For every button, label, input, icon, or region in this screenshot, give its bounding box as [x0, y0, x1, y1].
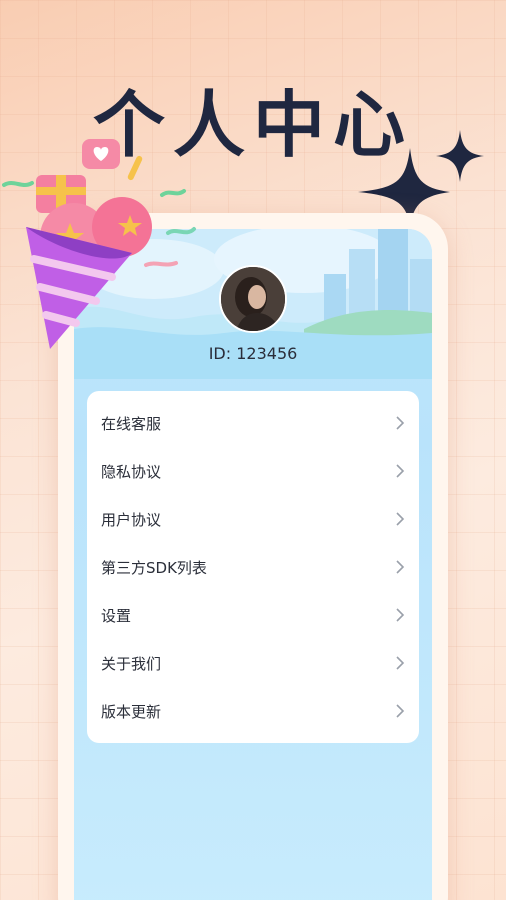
menu-item-label: 在线客服 [101, 414, 162, 433]
menu-item-online-service[interactable]: 在线客服 [87, 399, 419, 447]
menu-item-version-update[interactable]: 版本更新 [87, 687, 419, 735]
menu-item-label: 用户协议 [101, 510, 162, 529]
menu-item-label: 第三方SDK列表 [101, 558, 207, 577]
chevron-right-icon [396, 416, 405, 430]
menu-item-third-party-sdk[interactable]: 第三方SDK列表 [87, 543, 419, 591]
chevron-right-icon [396, 608, 405, 622]
chevron-right-icon [396, 656, 405, 670]
chevron-right-icon [396, 512, 405, 526]
menu-card: 在线客服 隐私协议 用户协议 第三方SDK列表 设置 关于我们 版本更新 [87, 391, 419, 743]
party-popper-icon [2, 139, 196, 349]
menu-item-label: 关于我们 [101, 654, 162, 673]
menu-item-settings[interactable]: 设置 [87, 591, 419, 639]
menu-item-label: 隐私协议 [101, 462, 162, 481]
menu-item-privacy-policy[interactable]: 隐私协议 [87, 447, 419, 495]
menu-item-label: 设置 [101, 606, 132, 625]
chevron-right-icon [396, 464, 405, 478]
menu-item-label: 版本更新 [101, 702, 162, 721]
avatar[interactable] [219, 265, 287, 333]
chevron-right-icon [396, 704, 405, 718]
menu-item-about-us[interactable]: 关于我们 [87, 639, 419, 687]
menu-item-user-agreement[interactable]: 用户协议 [87, 495, 419, 543]
sparkle-icon [358, 130, 484, 220]
chevron-right-icon [396, 560, 405, 574]
